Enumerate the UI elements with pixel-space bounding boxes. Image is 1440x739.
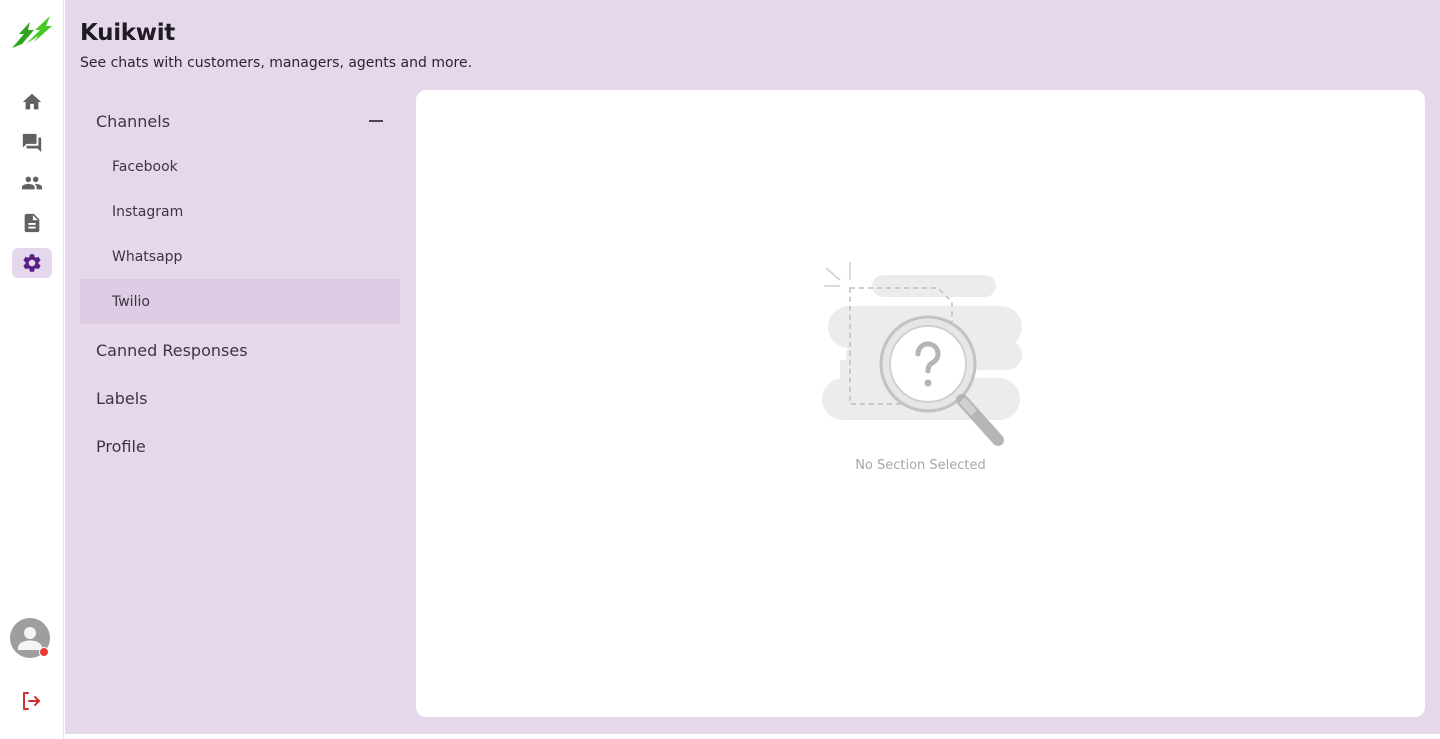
sidebar-rail <box>0 0 64 739</box>
main-area: Kuikwit See chats with customers, manage… <box>65 0 1440 734</box>
nav-settings-button[interactable] <box>12 248 52 278</box>
menu-item-instagram[interactable]: Instagram <box>80 189 400 234</box>
menu-item-profile[interactable]: Profile <box>80 422 400 470</box>
content-panel: No Section Selected <box>416 90 1425 717</box>
page-subtitle: See chats with customers, managers, agen… <box>80 55 473 71</box>
nav-chats-button[interactable] <box>12 128 52 158</box>
empty-state-text: No Section Selected <box>855 458 986 473</box>
nav-reports-button[interactable] <box>12 208 52 238</box>
logout-icon[interactable] <box>19 689 43 713</box>
collapse-icon[interactable] <box>368 113 384 129</box>
menu-item-whatsapp[interactable]: Whatsapp <box>80 234 400 279</box>
settings-icon <box>23 254 41 272</box>
channels-label: Channels <box>96 111 171 131</box>
kuikwit-logo[interactable] <box>8 14 54 52</box>
empty-state-illustration <box>822 262 1022 446</box>
menu-item-twilio[interactable]: Twilio <box>80 279 400 324</box>
nav-contacts-button[interactable] <box>12 168 52 198</box>
home-icon <box>22 93 42 110</box>
menu-item-facebook[interactable]: Facebook <box>80 144 400 189</box>
channels-section-toggle[interactable]: Channels <box>80 98 400 144</box>
status-indicator <box>39 647 49 657</box>
menu-item-labels[interactable]: Labels <box>80 374 400 422</box>
page-title: Kuikwit <box>80 20 175 46</box>
chat-icon <box>22 133 42 153</box>
settings-menu: Channels Facebook Instagram Whatsapp Twi… <box>80 98 400 470</box>
people-icon <box>21 176 43 190</box>
document-icon <box>24 213 40 233</box>
menu-item-canned-responses[interactable]: Canned Responses <box>80 326 400 374</box>
nav-home-button[interactable] <box>12 87 52 117</box>
